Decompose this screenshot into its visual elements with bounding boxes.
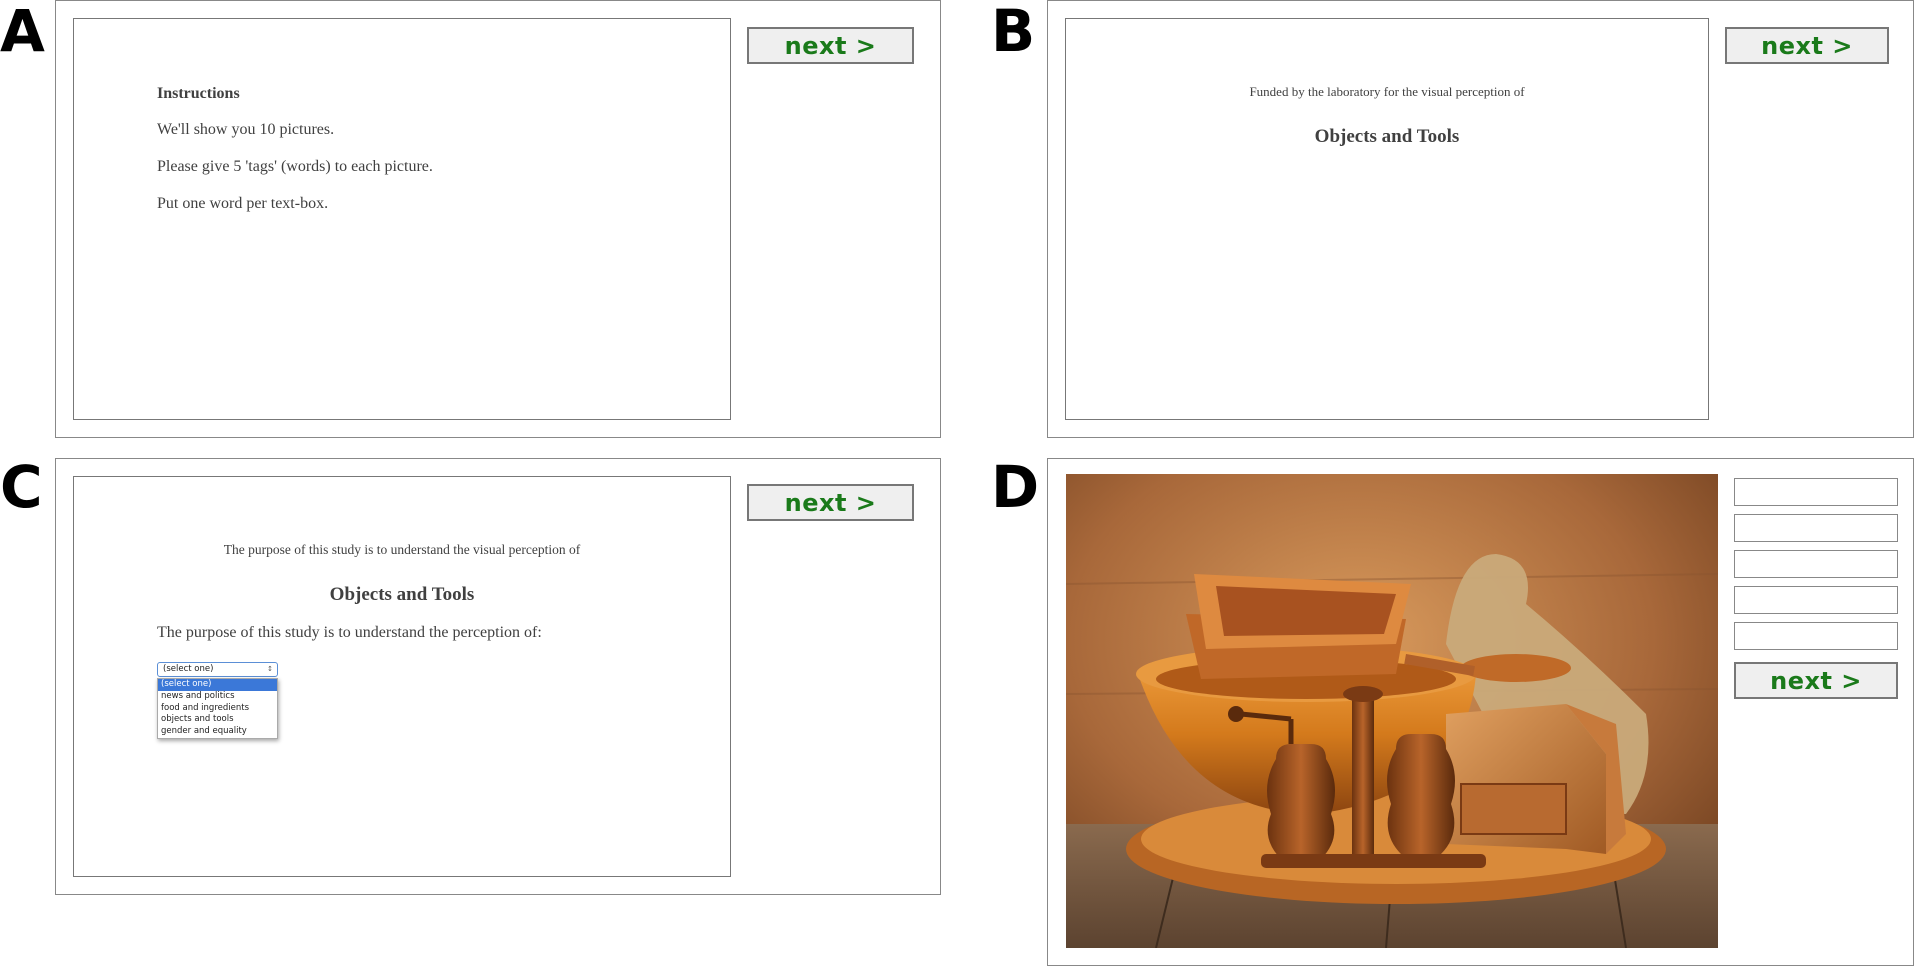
select-option[interactable]: (select one)	[158, 679, 277, 691]
instruction-line-3: Put one word per text-box.	[157, 195, 329, 212]
next-button[interactable]: next >	[747, 484, 914, 521]
stimulus-photo	[1066, 474, 1718, 948]
panel-label-a: A	[0, 0, 45, 65]
panel-b-content-box	[1065, 18, 1709, 420]
tag-input-5[interactable]	[1734, 622, 1898, 650]
select-option[interactable]: gender and equality	[158, 726, 277, 738]
select-options-list: (select one) news and politics food and …	[157, 678, 278, 739]
panel-label-d: D	[991, 453, 1040, 521]
select-option[interactable]: objects and tools	[158, 714, 277, 726]
purpose-question: The purpose of this study is to understa…	[157, 624, 542, 641]
study-title: Objects and Tools	[329, 584, 475, 605]
select-arrows-icon: ↕	[267, 665, 273, 673]
tag-input-3[interactable]	[1734, 550, 1898, 578]
select-option[interactable]: food and ingredients	[158, 703, 277, 715]
instruction-line-1: We'll show you 10 pictures.	[157, 121, 335, 138]
funded-by-line: Funded by the laboratory for the visual …	[1249, 84, 1525, 99]
tag-input-1[interactable]	[1734, 478, 1898, 506]
next-button[interactable]: next >	[1725, 27, 1889, 64]
instruction-line-2: Please give 5 'tags' (words) to each pic…	[157, 158, 433, 175]
study-title: Objects and Tools	[1314, 126, 1460, 147]
select-value: (select one)	[163, 664, 214, 674]
next-button[interactable]: next >	[1734, 662, 1898, 699]
next-button[interactable]: next >	[747, 27, 914, 64]
select-option[interactable]: news and politics	[158, 691, 277, 703]
instructions-heading: Instructions	[157, 85, 240, 102]
panel-label-c: C	[0, 453, 43, 521]
tag-input-4[interactable]	[1734, 586, 1898, 614]
perception-select[interactable]: (select one) ↕	[157, 662, 278, 677]
panel-a-content-box	[73, 18, 731, 420]
purpose-line: The purpose of this study is to understa…	[223, 542, 581, 557]
tag-input-2[interactable]	[1734, 514, 1898, 542]
panel-label-b: B	[991, 0, 1036, 65]
